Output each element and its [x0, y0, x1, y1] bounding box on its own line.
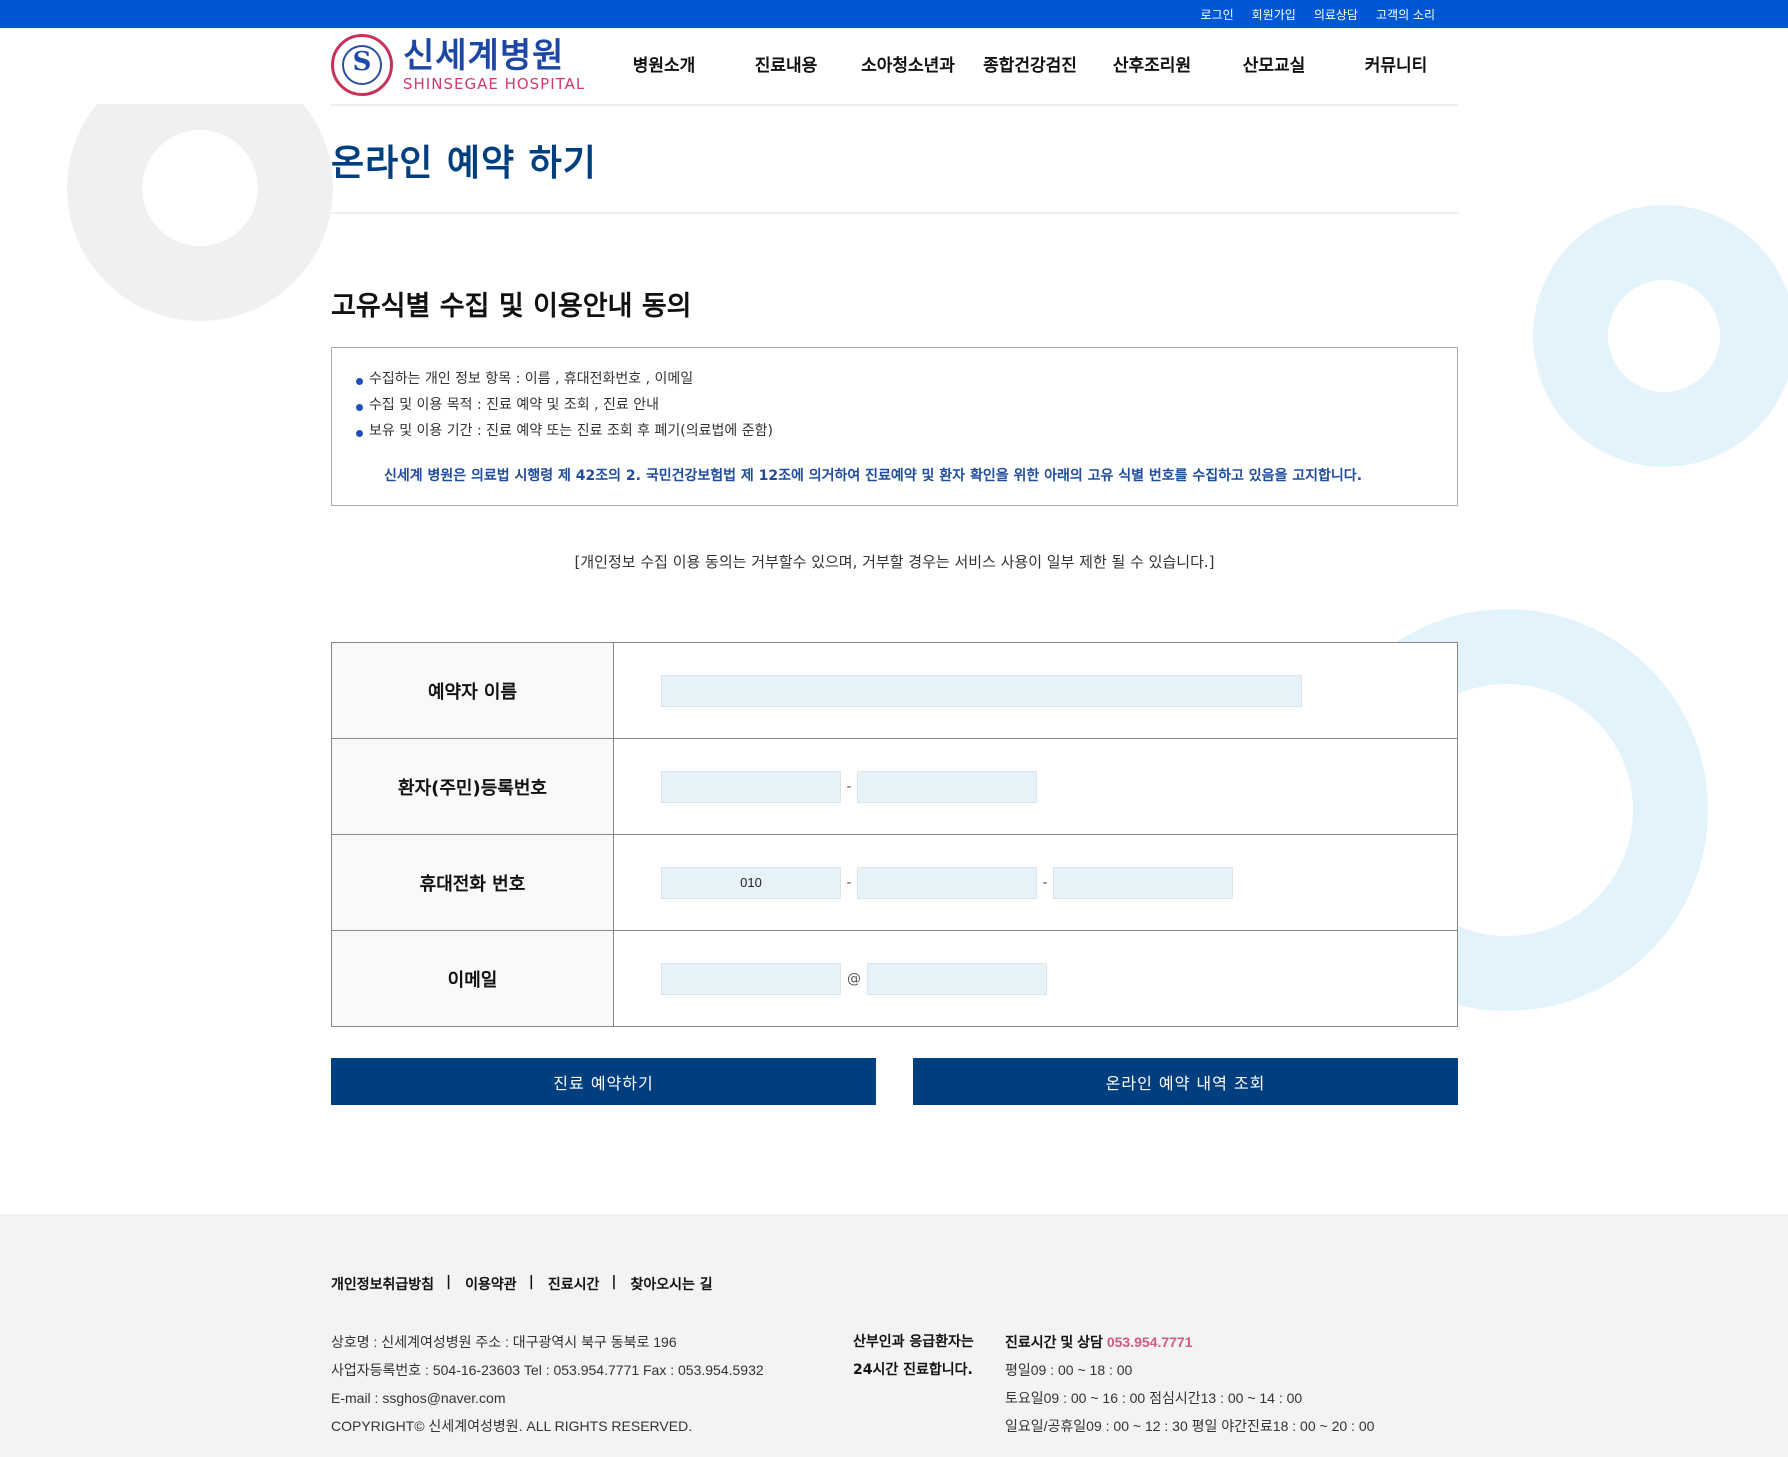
- consent-refusal-notice: [개인정보 수집 이용 동의는 거부할수 있으며, 거부할 경우는 서비스 사용…: [574, 553, 1215, 571]
- nav-item-postpartum[interactable]: 산후조리원: [1091, 28, 1213, 104]
- logo-emblem-icon: S: [331, 34, 393, 96]
- registration-number-label: 환자(주민)등록번호: [332, 739, 614, 834]
- footer-info-line: 상호명 : 신세계여성병원 주소 : 대구광역시 북구 동북로 196: [331, 1334, 677, 1350]
- footer-links: 개인정보취급방침 | 이용약관 | 진료시간 | 찾아오시는 길: [331, 1274, 713, 1294]
- bullet-icon: [356, 429, 363, 437]
- section-title: 고유식별 수집 및 이용안내 동의: [331, 291, 692, 322]
- reservation-form: 예약자 이름 환자(주민)등록번호 - 휴대전화 번호 - - 이메일 @: [331, 642, 1458, 1027]
- page-title: 온라인 예약 하기: [331, 143, 597, 184]
- name-label: 예약자 이름: [332, 643, 614, 738]
- hours-title: 진료시간 및 상담: [1005, 1334, 1103, 1350]
- bullet-icon: [356, 403, 363, 411]
- hours-line: 일요일/공휴일09 : 00 ~ 12 : 30 평일 야간진료18 : 00 …: [1005, 1418, 1375, 1434]
- site-footer: 개인정보취급방침 | 이용약관 | 진료시간 | 찾아오시는 길 상호명 : 신…: [0, 1214, 1788, 1457]
- footer-emergency-notice: 산부인과 응급환자는 24시간 진료합니다.: [853, 1334, 974, 1378]
- nav-item-pediatrics[interactable]: 소아청소년과: [847, 28, 969, 104]
- privacy-notice-box: 수집하는 개인 정보 항목 : 이름 , 휴대전화번호 , 이메일 수집 및 이…: [331, 347, 1458, 506]
- notice-item: 보유 및 이용 기간 : 진료 예약 또는 진료 조회 후 폐기(의료법에 준함…: [356, 418, 773, 444]
- registration-number-front-input[interactable]: [661, 770, 841, 803]
- phone-label: 휴대전화 번호: [332, 835, 614, 930]
- form-row-name: 예약자 이름: [332, 643, 1457, 739]
- customer-voice-link[interactable]: 고객의 소리: [1376, 6, 1435, 23]
- email-label: 이메일: [332, 931, 614, 1026]
- email-domain-input[interactable]: [867, 962, 1047, 995]
- login-link[interactable]: 로그인: [1201, 6, 1234, 23]
- decorative-ring-right-top: [1533, 205, 1788, 467]
- hours-phone: 053.954.7771: [1106, 1334, 1193, 1350]
- dash-separator: -: [846, 874, 852, 891]
- footer-company-info: 상호명 : 신세계여성병원 주소 : 대구광역시 북구 동북로 196 사업자등…: [331, 1328, 764, 1440]
- footer-separator: |: [528, 1274, 534, 1290]
- form-row-registration: 환자(주민)등록번호 -: [332, 739, 1457, 835]
- nav-item-checkup[interactable]: 종합건강검진: [969, 28, 1091, 104]
- footer-hours: 진료시간 및 상담 053.954.7771 평일09 : 00 ~ 18 : …: [1005, 1328, 1374, 1440]
- email-id-input[interactable]: [661, 962, 841, 995]
- at-separator: @: [847, 970, 861, 987]
- medical-consult-link[interactable]: 의료상담: [1314, 6, 1358, 23]
- hours-line: 평일09 : 00 ~ 18 : 00: [1005, 1362, 1133, 1378]
- footer-copyright: COPYRIGHT© 신세계여성병원. ALL RIGHTS RESERVED.: [331, 1418, 693, 1434]
- phone-last-input[interactable]: [1053, 866, 1233, 899]
- footer-link-hours[interactable]: 진료시간: [548, 1274, 600, 1294]
- hours-line: 토요일09 : 00 ~ 16 : 00 점심시간13 : 00 ~ 14 : …: [1005, 1390, 1303, 1406]
- dash-separator: -: [846, 778, 852, 795]
- reserve-button[interactable]: 진료 예약하기: [331, 1058, 876, 1105]
- footer-separator: |: [611, 1274, 617, 1290]
- bullet-icon: [356, 377, 363, 385]
- hospital-logo[interactable]: S 신세계병원 SHINSEGAE HOSPITAL: [331, 34, 585, 96]
- main-navigation: 병원소개 진료내용 소아청소년과 종합건강검진 산후조리원 산모교실 커뮤니티: [603, 28, 1457, 104]
- logo-english-name: SHINSEGAE HOSPITAL: [403, 75, 586, 93]
- top-links: 로그인 회원가입 의료상담 고객의 소리: [1201, 0, 1435, 28]
- notice-item: 수집하는 개인 정보 항목 : 이름 , 휴대전화번호 , 이메일: [356, 366, 773, 392]
- footer-separator: |: [446, 1274, 452, 1290]
- footer-link-directions[interactable]: 찾아오시는 길: [630, 1274, 712, 1294]
- dash-separator: -: [1042, 874, 1048, 891]
- title-divider: [331, 212, 1458, 214]
- reservation-lookup-button[interactable]: 온라인 예약 내역 조회: [913, 1058, 1458, 1105]
- nav-item-about[interactable]: 병원소개: [603, 28, 725, 104]
- phone-prefix-input[interactable]: [661, 866, 841, 899]
- footer-info-line: E-mail : ssghos@naver.com: [331, 1390, 506, 1406]
- nav-item-treatment[interactable]: 진료내용: [725, 28, 847, 104]
- footer-info-line: 사업자등록번호 : 504-16-23603 Tel : 053.954.777…: [331, 1362, 764, 1378]
- legal-notice: 신세계 병원은 의료법 시행령 제 42조의 2. 국민건강보험법 제 12조에…: [384, 468, 1363, 484]
- logo-korean-name: 신세계병원: [403, 36, 565, 76]
- form-row-email: 이메일 @: [332, 931, 1457, 1026]
- footer-link-terms[interactable]: 이용약관: [465, 1274, 517, 1294]
- nav-item-mother-class[interactable]: 산모교실: [1213, 28, 1335, 104]
- phone-middle-input[interactable]: [857, 866, 1037, 899]
- name-input[interactable]: [661, 674, 1302, 707]
- site-header: S 신세계병원 SHINSEGAE HOSPITAL 병원소개 진료내용 소아청…: [331, 28, 1458, 106]
- registration-number-back-input[interactable]: [857, 770, 1037, 803]
- signup-link[interactable]: 회원가입: [1252, 6, 1296, 23]
- nav-item-community[interactable]: 커뮤니티: [1335, 28, 1457, 104]
- top-bar: 로그인 회원가입 의료상담 고객의 소리: [0, 0, 1788, 28]
- footer-link-privacy[interactable]: 개인정보취급방침: [331, 1274, 434, 1294]
- notice-item: 수집 및 이용 목적 : 진료 예약 및 조회 , 진료 안내: [356, 392, 773, 418]
- form-row-phone: 휴대전화 번호 - -: [332, 835, 1457, 931]
